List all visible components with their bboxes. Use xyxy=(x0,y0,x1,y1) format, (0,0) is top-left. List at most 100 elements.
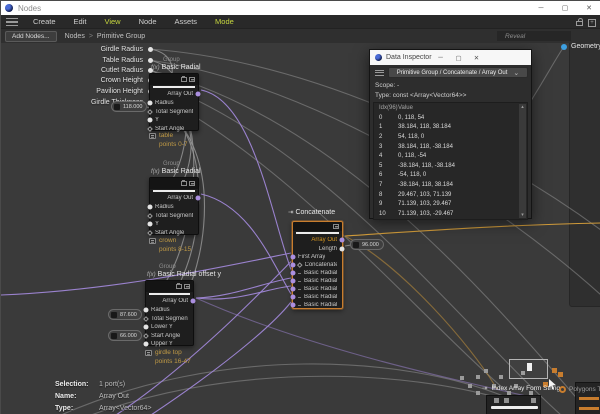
input-port[interactable] xyxy=(147,213,153,219)
array-out-port[interactable] xyxy=(196,196,201,201)
input-port[interactable] xyxy=(144,325,149,330)
menu-item-create[interactable]: Create xyxy=(24,17,65,26)
menu-item-assets[interactable]: Assets xyxy=(166,17,207,26)
node-graph-canvas[interactable]: Girdle Radius Table Radius Cutlet Radius… xyxy=(1,43,600,414)
input-port[interactable] xyxy=(147,109,153,115)
array-out-port[interactable] xyxy=(191,299,196,304)
node-basic-radial-crown[interactable]: Array Out Radius Total Segments Y Start … xyxy=(149,177,199,235)
close-button[interactable]: ✕ xyxy=(468,50,486,65)
menu-item-node[interactable]: Node xyxy=(130,17,166,26)
node-header[interactable] xyxy=(150,178,198,189)
table-row[interactable]: 40, 118, -54 xyxy=(374,151,527,161)
input-port[interactable] xyxy=(148,205,153,210)
inspector-titlebar[interactable]: Data Inspector ─ ▢ ✕ xyxy=(370,50,531,65)
list-icon[interactable] xyxy=(189,181,195,186)
node-header[interactable] xyxy=(150,74,198,85)
menu-item-view[interactable]: View xyxy=(95,17,129,26)
wire[interactable] xyxy=(201,90,291,270)
input-port[interactable] xyxy=(291,295,296,300)
table-row[interactable]: 254, 118, 0 xyxy=(374,132,527,142)
list-icon[interactable] xyxy=(184,284,190,289)
node-header[interactable] xyxy=(293,222,342,231)
input-port[interactable] xyxy=(148,101,153,106)
minimize-button[interactable]: ─ xyxy=(529,1,553,15)
new-window-icon[interactable]: + xyxy=(588,19,596,27)
maximize-button[interactable]: ▢ xyxy=(553,1,577,15)
inspector-menu-icon[interactable] xyxy=(375,70,384,76)
input-port[interactable] xyxy=(147,126,153,132)
group-input-table-radius[interactable]: Table Radius xyxy=(1,56,153,65)
value-pill-segments[interactable]: 87.600 xyxy=(108,309,142,320)
input-port[interactable] xyxy=(143,333,149,339)
close-button[interactable]: ✕ xyxy=(577,1,600,15)
minimize-button[interactable]: ─ xyxy=(432,50,450,65)
group-input-crown-height[interactable]: Crown Height xyxy=(1,76,153,85)
table-row[interactable]: 7-38.184, 118, 38.184 xyxy=(374,180,527,190)
list-icon[interactable] xyxy=(189,77,195,82)
input-port[interactable] xyxy=(291,255,296,260)
node-basic-radial-offset-y[interactable]: Array Out Radius Total Segments Lower Y … xyxy=(145,280,194,346)
input-port[interactable] xyxy=(148,222,153,227)
input-port[interactable] xyxy=(144,342,149,347)
node-title[interactable]: f(x)Basic Radial offset y xyxy=(147,271,221,278)
length-port[interactable] xyxy=(340,246,345,251)
hamburger-icon[interactable] xyxy=(6,18,18,26)
table-row[interactable]: 338.184, 118, -38.184 xyxy=(374,142,527,152)
maximize-button[interactable]: ▢ xyxy=(450,50,468,65)
table-row[interactable]: 6-54, 118, 0 xyxy=(374,171,527,181)
partial-node-bottom[interactable] xyxy=(486,395,541,414)
output-port[interactable] xyxy=(148,47,153,52)
lock-icon[interactable] xyxy=(576,21,583,26)
menu-item-mode[interactable]: Mode xyxy=(206,17,243,26)
value-pill-length[interactable]: 96.000 xyxy=(350,239,384,250)
node-title[interactable]: f(x)Basic Radial xyxy=(151,168,201,175)
breadcrumb-current[interactable]: Primitive Group xyxy=(97,33,145,40)
input-port[interactable] xyxy=(291,271,296,276)
node-header[interactable] xyxy=(146,281,193,292)
inspector-table[interactable]: Idx(96)Value 00, 118, 54 138.184, 118, 3… xyxy=(373,102,528,220)
input-port[interactable] xyxy=(143,316,149,322)
scroll-up-icon[interactable]: ▴ xyxy=(521,104,524,110)
input-port[interactable] xyxy=(291,303,296,308)
folder-icon[interactable] xyxy=(181,181,187,186)
input-port[interactable] xyxy=(291,287,296,292)
folder-icon[interactable] xyxy=(181,77,187,82)
input-port[interactable] xyxy=(144,308,149,313)
table-row[interactable]: 00, 118, 54 xyxy=(374,113,527,123)
array-out-port[interactable] xyxy=(340,237,345,242)
wire[interactable] xyxy=(345,223,600,236)
group-input-pavilion-height[interactable]: Pavilion Height xyxy=(1,87,153,96)
folder-icon[interactable] xyxy=(176,284,182,289)
node-index-array-title[interactable]: ⇥ Index Array Form String xyxy=(482,384,560,392)
data-inspector-window[interactable]: Data Inspector ─ ▢ ✕ Primitive Group / C… xyxy=(369,49,532,219)
input-port[interactable] xyxy=(291,263,296,268)
table-row[interactable]: 138.184, 118, 38.184 xyxy=(374,123,527,133)
geometry-port[interactable] xyxy=(561,44,567,50)
revert-button[interactable]: Reveal xyxy=(497,31,571,41)
input-port[interactable] xyxy=(147,230,153,236)
expand-diamond-icon[interactable] xyxy=(297,263,302,268)
wire[interactable] xyxy=(201,194,291,294)
array-out-port[interactable] xyxy=(196,92,201,97)
minimap-viewport[interactable] xyxy=(509,359,548,379)
table-row[interactable]: 829.467, 103, 71.139 xyxy=(374,190,527,200)
value-pill-radius[interactable]: 118.000 xyxy=(111,101,147,112)
node-title[interactable]: ⇥Concatenate xyxy=(288,208,335,216)
table-row[interactable]: 1071.139, 103, -29.467 xyxy=(374,209,527,219)
node-basic-radial-table[interactable]: Array Out Radius Total Segments Y Start … xyxy=(149,73,199,131)
breadcrumb-root[interactable]: Nodes xyxy=(65,33,85,40)
table-scrollbar[interactable]: ▴ ▾ xyxy=(519,104,526,218)
node-title[interactable]: f(x)Basic Radial xyxy=(151,64,201,71)
input-port[interactable] xyxy=(148,118,153,123)
table-row[interactable]: 5-38.184, 118, -38.184 xyxy=(374,161,527,171)
menu-item-edit[interactable]: Edit xyxy=(65,17,96,26)
output-port[interactable] xyxy=(148,58,153,63)
node-slider[interactable] xyxy=(491,406,538,409)
input-port[interactable] xyxy=(291,279,296,284)
list-icon[interactable] xyxy=(333,224,339,229)
table-row[interactable]: 971.139, 103, 29.467 xyxy=(374,199,527,209)
node-concatenate[interactable]: Array Out Length First Array Concatenate… xyxy=(292,221,343,309)
value-pill-angle[interactable]: 66.000 xyxy=(108,330,142,341)
group-input-girdle-radius[interactable]: Girdle Radius xyxy=(1,45,153,54)
add-nodes-button[interactable]: Add Nodes... xyxy=(5,31,57,42)
